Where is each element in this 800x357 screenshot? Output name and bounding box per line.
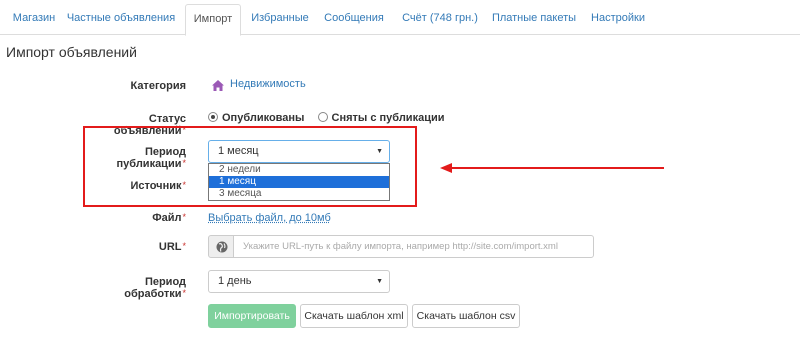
processing-select[interactable]: 1 день ▼ bbox=[208, 270, 390, 293]
category-label: Категория bbox=[130, 80, 186, 92]
status-unpublished-radio[interactable]: Сняты с публикации bbox=[317, 112, 444, 124]
tab-private-ads[interactable]: Частные объявления bbox=[66, 4, 176, 35]
download-xml-template-button[interactable]: Скачать шаблон xml bbox=[300, 304, 408, 328]
house-icon bbox=[212, 80, 224, 91]
download-csv-template-button[interactable]: Скачать шаблон csv bbox=[412, 304, 520, 328]
radio-icon bbox=[317, 112, 328, 122]
globe-addon bbox=[208, 235, 234, 258]
highlight-box bbox=[83, 126, 417, 207]
processing-label: Период обработки* bbox=[124, 276, 186, 300]
tab-import[interactable]: Импорт bbox=[185, 4, 241, 36]
caret-down-icon: ▼ bbox=[376, 278, 383, 285]
url-input-group bbox=[208, 235, 594, 258]
tab-account[interactable]: Счёт (748 грн.) bbox=[396, 4, 484, 35]
status-radio-group: Опубликованы Сняты с публикации bbox=[208, 112, 444, 126]
tab-messages[interactable]: Сообщения bbox=[318, 4, 390, 35]
choose-file-link[interactable]: Выбрать файл, до 10мб bbox=[208, 212, 331, 224]
tab-bar: Магазин Частные объявления Импорт Избран… bbox=[0, 0, 800, 36]
arrow-left-icon bbox=[440, 163, 664, 173]
page-title: Импорт объявлений bbox=[6, 44, 137, 60]
url-label: URL* bbox=[158, 241, 186, 253]
status-published-radio[interactable]: Опубликованы bbox=[208, 112, 304, 124]
globe-icon bbox=[216, 241, 228, 253]
radio-checked-icon bbox=[208, 112, 218, 122]
tab-paid-packages[interactable]: Платные пакеты bbox=[488, 4, 580, 35]
file-label: Файл* bbox=[152, 212, 186, 224]
category-link[interactable]: Недвижимость bbox=[230, 78, 306, 90]
tab-shop[interactable]: Магазин bbox=[6, 4, 62, 35]
import-button[interactable]: Импортировать bbox=[208, 304, 296, 328]
tab-favorites[interactable]: Избранные bbox=[246, 4, 314, 35]
tab-settings[interactable]: Настройки bbox=[586, 4, 650, 35]
url-input[interactable] bbox=[233, 235, 594, 258]
